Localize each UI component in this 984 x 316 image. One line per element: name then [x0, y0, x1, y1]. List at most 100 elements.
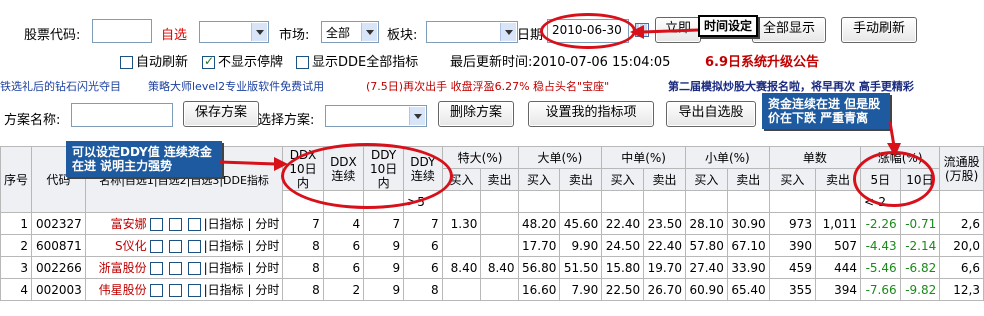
cell-ms: 26.70: [643, 278, 686, 301]
table-row[interactable]: 2 600871 S仪化 |日指标 | 分时 8 6 9 6 17.70 9.90 24.50 22.…: [0, 234, 984, 257]
hide-suspended-checkbox[interactable]: [202, 54, 215, 69]
table-row[interactable]: 1 002327 富安娜 |日指标 | 分时 7 4 7 7 1.30 48.20 45.60 22.…: [0, 212, 984, 235]
watchlist-1-checkbox[interactable]: [149, 218, 163, 231]
arrow-icon: [887, 121, 901, 157]
ticker-item[interactable]: 铁选礼后的钻石闪光夺目: [0, 78, 121, 94]
col-super-large[interactable]: 特大(%): [441, 146, 519, 169]
select-scheme-select[interactable]: [325, 105, 427, 127]
hide-suspended-option[interactable]: 不显示停牌: [202, 51, 283, 70]
row-name-cell: 浙富股份 |日指标 | 分时: [84, 256, 284, 279]
col-large-buy[interactable]: 买入: [517, 168, 561, 191]
ticker-item[interactable]: 第二届模拟炒股大赛报名啦，将早再次 高手更精彩: [668, 78, 914, 94]
watchlist-2-checkbox[interactable]: [168, 284, 182, 297]
col-count-buy[interactable]: 买入: [768, 168, 816, 191]
filter-input[interactable]: [768, 190, 816, 213]
show-dde-checkbox[interactable]: [296, 56, 309, 69]
show-all-button[interactable]: 全部显示: [752, 17, 826, 43]
watchlist-1-checkbox[interactable]: [149, 262, 163, 275]
day-indicator-link[interactable]: 日指标: [208, 239, 244, 253]
watchlist-3-checkbox[interactable]: [187, 284, 201, 297]
row-seq: 1: [0, 212, 33, 235]
stock-name-link[interactable]: S仪化: [115, 239, 147, 253]
col-large-sell[interactable]: 卖出: [559, 168, 603, 191]
cell-ddy10: 9: [363, 234, 405, 257]
filter-input[interactable]: [726, 190, 770, 213]
watchlist-1-checkbox[interactable]: [149, 284, 163, 297]
chevron-down-icon: [361, 23, 377, 41]
stock-name-link[interactable]: 富安娜: [111, 217, 147, 231]
auto-refresh-checkbox[interactable]: [120, 56, 133, 69]
market-value: 全部: [326, 26, 351, 40]
col-float[interactable]: 流通股(万股): [939, 146, 984, 191]
watchlist-2-checkbox[interactable]: [168, 218, 182, 231]
cell-lb: 17.70: [517, 234, 561, 257]
col-small-sell[interactable]: 卖出: [726, 168, 770, 191]
market-select[interactable]: 全部: [321, 21, 379, 43]
filter-input[interactable]: [559, 190, 603, 213]
upgrade-notice-link[interactable]: 6.9日系统升级公告: [705, 51, 819, 70]
ticker-item[interactable]: (7.5日)再次出手 收盘浮盈6.27% 稳占头名"宝座": [366, 78, 609, 94]
day-indicator-link[interactable]: 日指标: [208, 283, 244, 297]
watchlist-2-checkbox[interactable]: [168, 262, 182, 275]
col-medium[interactable]: 中单(%): [601, 146, 686, 169]
watchlist-3-checkbox[interactable]: [187, 240, 201, 253]
manual-refresh-button[interactable]: 手动刷新: [841, 17, 917, 43]
intraday-link[interactable]: 分时: [255, 261, 279, 275]
col-super-sell[interactable]: 卖出: [480, 168, 519, 191]
cell-ddxc: 6: [322, 234, 365, 257]
intraday-link[interactable]: 分时: [255, 239, 279, 253]
col-small[interactable]: 小单(%): [684, 146, 770, 169]
filter-input[interactable]: [517, 190, 561, 213]
cell-fl: 6,6: [939, 256, 984, 279]
annotation-fund-note: 资金连续在进 但是股价在下跌 严重青离: [762, 93, 890, 129]
watchlist-1-checkbox[interactable]: [149, 240, 163, 253]
stock-code-input[interactable]: [92, 19, 152, 43]
show-dde-option[interactable]: 显示DDE全部指标: [296, 51, 418, 70]
table-row[interactable]: 3 002266 浙富股份 |日指标 | 分时 8 6 9 6 8.40 8.40 56.80 51.…: [0, 256, 984, 279]
day-indicator-link[interactable]: 日指标: [208, 261, 244, 275]
col-medium-sell[interactable]: 卖出: [643, 168, 686, 191]
cell-ss: 30.90: [726, 212, 770, 235]
cell-cs: 394: [814, 278, 862, 301]
day-indicator-link[interactable]: 日指标: [208, 217, 244, 231]
col-large[interactable]: 大单(%): [517, 146, 603, 169]
watchlist-select[interactable]: [199, 21, 269, 43]
arrow-icon: [219, 157, 288, 171]
stock-code-label: 股票代码:: [24, 28, 81, 43]
cell-ddy10: 9: [363, 278, 405, 301]
cell-fl: 20,0: [939, 234, 984, 257]
stock-name-link[interactable]: 伟星股份: [99, 283, 147, 297]
filter-input[interactable]: [684, 190, 728, 213]
col-count[interactable]: 单数: [768, 146, 862, 169]
cell-ddy10: 7: [363, 212, 405, 235]
sector-select[interactable]: [426, 21, 518, 43]
cell-ls: 51.50: [559, 256, 603, 279]
cell-ddyc: 8: [403, 278, 443, 301]
stock-name-link[interactable]: 浙富股份: [99, 261, 147, 275]
col-small-buy[interactable]: 买入: [684, 168, 728, 191]
filter-input[interactable]: [441, 190, 482, 213]
filter-input[interactable]: [939, 190, 984, 213]
cell-fl: 12,3: [939, 278, 984, 301]
export-watchlist-button[interactable]: 导出自选股: [666, 101, 756, 127]
date-label: 日期: [517, 28, 544, 43]
filter-input[interactable]: [601, 190, 645, 213]
col-medium-buy[interactable]: 买入: [601, 168, 645, 191]
set-indicator-button[interactable]: 设置我的指标项: [528, 101, 654, 127]
filter-input[interactable]: [814, 190, 862, 213]
delete-scheme-button[interactable]: 删除方案: [438, 101, 514, 127]
table-row[interactable]: 4 002003 伟星股份 |日指标 | 分时 8 2 9 8 16.60 7.90 22.50 26…: [0, 278, 984, 301]
auto-refresh-option[interactable]: 自动刷新: [120, 51, 188, 70]
ticker-item[interactable]: 策略大师level2专业版软件免费试用: [148, 78, 324, 94]
watchlist-3-checkbox[interactable]: [187, 218, 201, 231]
filter-input[interactable]: [480, 190, 519, 213]
col-seq[interactable]: 序号: [0, 146, 33, 213]
intraday-link[interactable]: 分时: [255, 217, 279, 231]
filter-input[interactable]: [643, 190, 686, 213]
scheme-name-input[interactable]: [71, 103, 173, 127]
intraday-link[interactable]: 分时: [255, 283, 279, 297]
save-scheme-button[interactable]: 保存方案: [183, 101, 259, 127]
watchlist-2-checkbox[interactable]: [168, 240, 182, 253]
watchlist-3-checkbox[interactable]: [187, 262, 201, 275]
chevron-down-icon: [500, 23, 516, 41]
